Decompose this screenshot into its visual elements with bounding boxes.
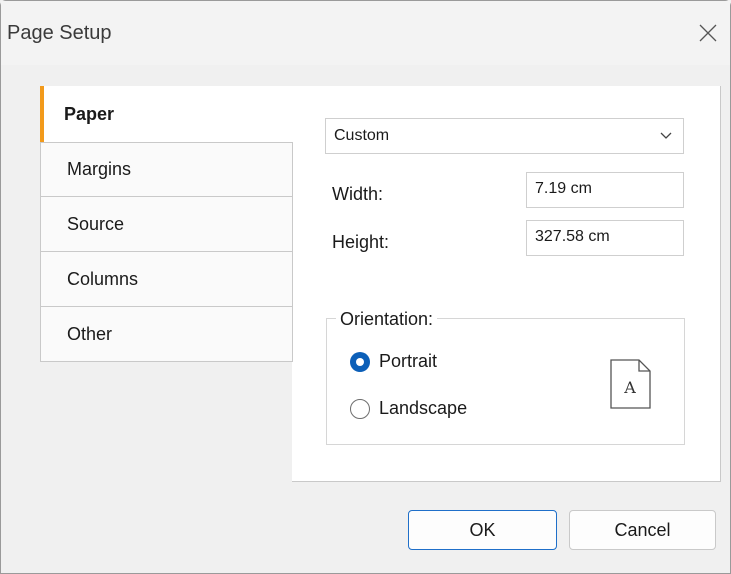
height-label: Height: xyxy=(332,232,390,252)
width-field[interactable]: 7.19 cm xyxy=(526,172,684,208)
tab-label: Source xyxy=(67,213,125,234)
close-icon xyxy=(699,24,717,42)
orientation-title: Orientation: xyxy=(336,309,438,330)
portrait-label: Portrait xyxy=(379,351,438,371)
close-button[interactable] xyxy=(694,19,722,47)
tab-other[interactable]: Other xyxy=(40,307,293,362)
tab-columns[interactable]: Columns xyxy=(40,252,293,307)
cancel-label: Cancel xyxy=(614,519,671,540)
landscape-label: Landscape xyxy=(379,398,468,418)
dialog-title: Page Setup xyxy=(7,22,112,44)
tab-list: Paper Margins Source Columns Other xyxy=(40,86,293,362)
ok-label: OK xyxy=(469,519,496,540)
cancel-button[interactable]: Cancel xyxy=(569,510,716,550)
tab-label: Paper xyxy=(64,103,115,124)
tab-source[interactable]: Source xyxy=(40,197,293,252)
tab-label: Columns xyxy=(67,268,139,289)
landscape-radio[interactable] xyxy=(350,398,370,419)
tab-paper[interactable]: Paper xyxy=(40,86,293,142)
width-label: Width: xyxy=(332,184,384,204)
page-portrait-icon: A xyxy=(610,359,651,409)
tab-margins[interactable]: Margins xyxy=(40,142,293,197)
height-field[interactable]: 327.58 cm xyxy=(526,220,684,256)
ok-button[interactable]: OK xyxy=(408,510,557,550)
tab-label: Margins xyxy=(67,159,132,179)
portrait-radio[interactable] xyxy=(350,351,370,372)
paper-size-value: Custom xyxy=(334,127,390,144)
tab-label: Other xyxy=(67,323,113,344)
title-bar: Page Setup xyxy=(1,1,730,65)
portrait-option[interactable]: Portrait xyxy=(350,351,437,372)
preview-letter: A xyxy=(623,378,636,397)
paper-size-select[interactable]: Custom xyxy=(325,118,684,154)
landscape-option[interactable]: Landscape xyxy=(350,398,467,419)
chevron-down-icon xyxy=(660,132,672,139)
